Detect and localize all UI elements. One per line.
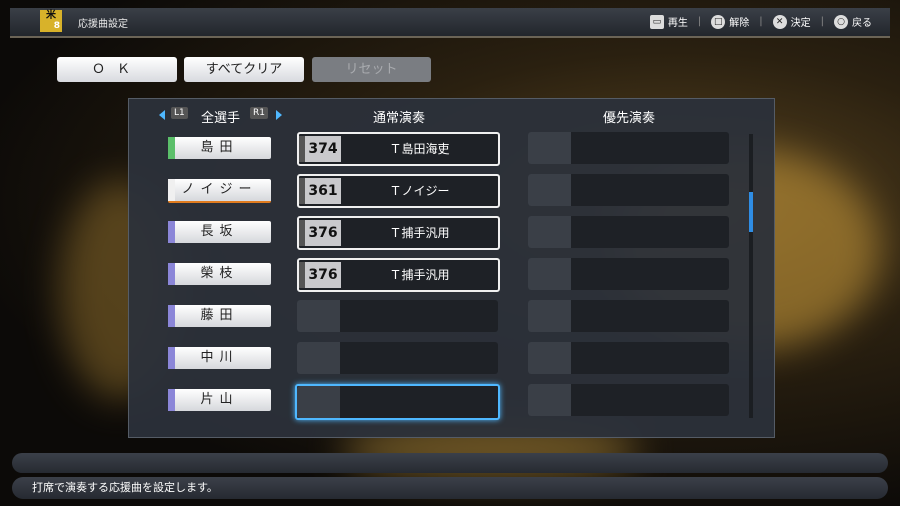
screen-title: 応援曲設定	[78, 19, 128, 30]
hint-confirm[interactable]: ✕ 決定	[772, 14, 811, 29]
priority-song-slot[interactable]	[528, 300, 729, 332]
position-color-bar	[168, 389, 175, 411]
info-bar	[12, 453, 888, 473]
song-number-box	[528, 216, 571, 248]
player-name-tag[interactable]: 藤田	[168, 305, 271, 327]
arrow-right-icon[interactable]	[276, 110, 282, 120]
touchpad-icon: ▭	[649, 14, 664, 29]
hint-back[interactable]: ○ 戻る	[834, 14, 872, 29]
position-color-bar	[168, 221, 175, 243]
priority-song-slot[interactable]	[528, 384, 729, 416]
normal-song-slot[interactable]	[297, 342, 498, 374]
position-color-bar	[168, 137, 175, 159]
player-name: 島田	[200, 140, 239, 155]
button-hints: ▭ 再生 | □ 解除 | ✕ 決定 | ○ 戻る	[649, 14, 872, 29]
song-number: 374	[308, 141, 338, 157]
player-name-tag[interactable]: 長坂	[168, 221, 271, 243]
song-title: Ｔノイジー	[389, 184, 450, 198]
normal-song-slot[interactable]: 374 Ｔ島田海吏	[297, 132, 500, 166]
song-title: Ｔ捕手汎用	[389, 268, 450, 282]
player-name-tag[interactable]: 島田	[168, 137, 271, 159]
song-number-box	[528, 174, 571, 206]
priority-song-slot[interactable]	[528, 258, 729, 290]
priority-song-slot[interactable]	[528, 342, 729, 374]
player-name: ノイジー	[181, 182, 258, 197]
clear-all-button[interactable]: すべてクリア	[184, 57, 304, 82]
player-name: 榮枝	[200, 266, 239, 281]
player-name: 中川	[200, 350, 239, 365]
player-name: 長坂	[200, 224, 239, 239]
normal-song-slot[interactable]	[295, 384, 500, 420]
position-color-bar	[168, 305, 175, 327]
player-name-tag[interactable]: 片山	[168, 389, 271, 411]
logo-mark: 米	[46, 10, 56, 21]
song-number-box	[297, 342, 340, 374]
scrollbar[interactable]	[749, 134, 753, 418]
position-color-bar	[168, 263, 175, 285]
song-number: 376	[308, 267, 338, 283]
cross-button-icon: ✕	[772, 14, 787, 29]
r1-button-label[interactable]: R1	[250, 107, 268, 119]
ok-button[interactable]: ＯＫ	[57, 57, 177, 82]
song-number: 376	[308, 225, 338, 241]
hint-label: 戻る	[852, 18, 872, 29]
square-button-icon: □	[711, 14, 726, 29]
song-assignment-panel: L1 全選手 R1 通常演奏 優先演奏 島田 374 Ｔ島田海吏ノイジー 361 Ｔノイ…	[128, 98, 775, 438]
song-number-box	[528, 258, 571, 290]
hint-label: 解除	[729, 18, 750, 29]
header-bar: 米 8 応援曲設定 ▭ 再生 | □ 解除 | ✕ 決定 | ○ 戻る	[10, 8, 890, 38]
song-number-box	[297, 386, 340, 418]
circle-button-icon: ○	[834, 14, 848, 29]
player-name-tag[interactable]: ノイジー	[168, 179, 271, 203]
player-name-tag[interactable]: 榮枝	[168, 263, 271, 285]
hint-play[interactable]: ▭ 再生	[649, 14, 688, 29]
song-number: 361	[308, 183, 338, 199]
position-color-bar	[168, 347, 175, 369]
player-name: 藤田	[200, 308, 239, 323]
song-number-box	[528, 132, 571, 164]
player-name: 片山	[200, 392, 239, 407]
l1-button-label[interactable]: L1	[171, 107, 188, 119]
normal-song-slot[interactable]: 376 Ｔ捕手汎用	[297, 216, 500, 250]
priority-song-slot[interactable]	[528, 132, 729, 164]
song-number-box	[297, 300, 340, 332]
position-color-bar	[168, 179, 175, 201]
normal-song-slot[interactable]	[297, 300, 498, 332]
priority-song-slot[interactable]	[528, 216, 729, 248]
song-number-box	[528, 384, 571, 416]
song-title: Ｔ島田海吏	[389, 142, 450, 156]
hint-label: 再生	[667, 18, 688, 29]
song-number-box	[528, 342, 571, 374]
divider: |	[820, 16, 824, 27]
scrollbar-thumb[interactable]	[749, 192, 753, 232]
priority-song-slot[interactable]	[528, 174, 729, 206]
normal-song-slot[interactable]: 376 Ｔ捕手汎用	[297, 258, 500, 292]
normal-column-header: 通常演奏	[373, 111, 426, 126]
help-text: 打席で演奏する応援曲を設定します。	[32, 481, 218, 494]
reset-button[interactable]: リセット	[312, 57, 431, 82]
hint-clear[interactable]: □ 解除	[711, 14, 749, 29]
logo-number: 8	[53, 21, 60, 31]
priority-column-header: 優先演奏	[603, 111, 656, 126]
player-filter: 全選手	[201, 111, 241, 126]
help-bar: 打席で演奏する応援曲を設定します。	[12, 477, 888, 499]
game-logo: 米 8	[40, 10, 62, 32]
song-number-box	[528, 300, 571, 332]
normal-song-slot[interactable]: 361 Ｔノイジー	[297, 174, 500, 208]
player-name-tag[interactable]: 中川	[168, 347, 271, 369]
song-title: Ｔ捕手汎用	[389, 226, 450, 240]
divider: |	[697, 16, 702, 27]
arrow-left-icon[interactable]	[159, 110, 165, 120]
divider: |	[759, 16, 763, 27]
hint-label: 決定	[790, 18, 811, 29]
